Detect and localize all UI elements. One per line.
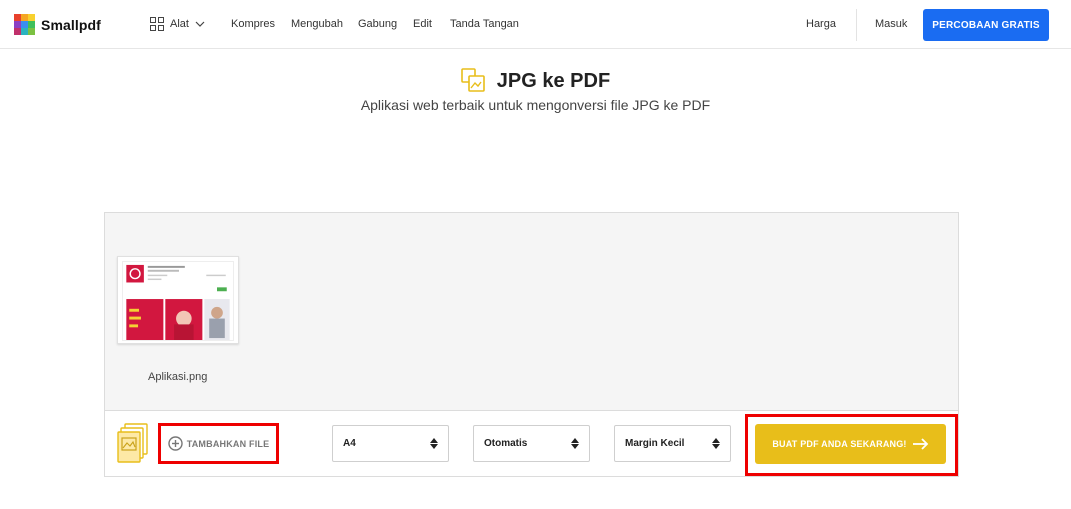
sort-arrows-icon: [571, 438, 579, 449]
grid-icon: [150, 17, 164, 31]
tools-label: Alat: [170, 18, 189, 30]
plus-circle-icon: [167, 436, 183, 451]
converter-workspace: Aplikasi.png TAMBAHKAN FILE A4 Otomatis: [104, 212, 959, 477]
nav-kompres[interactable]: Kompres: [231, 18, 275, 30]
login-link[interactable]: Masuk: [875, 18, 907, 30]
orientation-select[interactable]: Otomatis: [473, 425, 590, 462]
sort-arrows-icon: [430, 438, 438, 449]
page-title: JPG ke PDF: [496, 69, 611, 92]
add-file-label: TAMBAHKAN FILE: [186, 438, 270, 449]
page-size-select[interactable]: A4: [332, 425, 449, 462]
free-trial-button[interactable]: PERCOBAAN GRATIS: [923, 9, 1049, 41]
orientation-value: Otomatis: [484, 438, 528, 449]
nav-edit[interactable]: Edit: [413, 18, 432, 30]
nav-tanda-tangan[interactable]: Tanda Tangan: [450, 18, 519, 30]
page-heading: JPG ke PDF: [0, 68, 1071, 94]
nav-gabung[interactable]: Gabung: [358, 18, 397, 30]
jpg-file-icon: [117, 423, 148, 463]
jpg-file-icon: [460, 68, 485, 92]
page-subtitle: Aplikasi web terbaik untuk mengonversi f…: [360, 97, 711, 113]
nav-pricing[interactable]: Harga: [806, 18, 836, 30]
image-preview: [122, 261, 234, 341]
tools-menu[interactable]: Alat: [150, 17, 205, 31]
logo[interactable]: Smallpdf: [14, 14, 101, 35]
brand-name: Smallpdf: [41, 16, 101, 33]
margin-value: Margin Kecil: [625, 438, 685, 449]
margin-select[interactable]: Margin Kecil: [614, 425, 731, 462]
arrow-right-icon: [912, 438, 928, 450]
divider: [856, 9, 857, 41]
logo-icon: [14, 14, 35, 35]
create-pdf-button[interactable]: BUAT PDF ANDA SEKARANG!: [755, 424, 946, 464]
chevron-down-icon: [195, 21, 205, 27]
nav-mengubah[interactable]: Mengubah: [291, 18, 343, 30]
page-size-value: A4: [343, 438, 356, 449]
create-pdf-label: BUAT PDF ANDA SEKARANG!: [772, 439, 907, 449]
top-navbar: Smallpdf Alat Kompres Mengubah Gabung Ed…: [0, 0, 1071, 49]
add-file-button[interactable]: TAMBAHKAN FILE: [158, 423, 279, 464]
file-thumbnail[interactable]: [117, 256, 239, 344]
file-name: Aplikasi.png: [148, 371, 208, 383]
conversion-toolbar: TAMBAHKAN FILE A4 Otomatis Margin Kecil …: [105, 410, 958, 476]
sort-arrows-icon: [712, 438, 720, 449]
